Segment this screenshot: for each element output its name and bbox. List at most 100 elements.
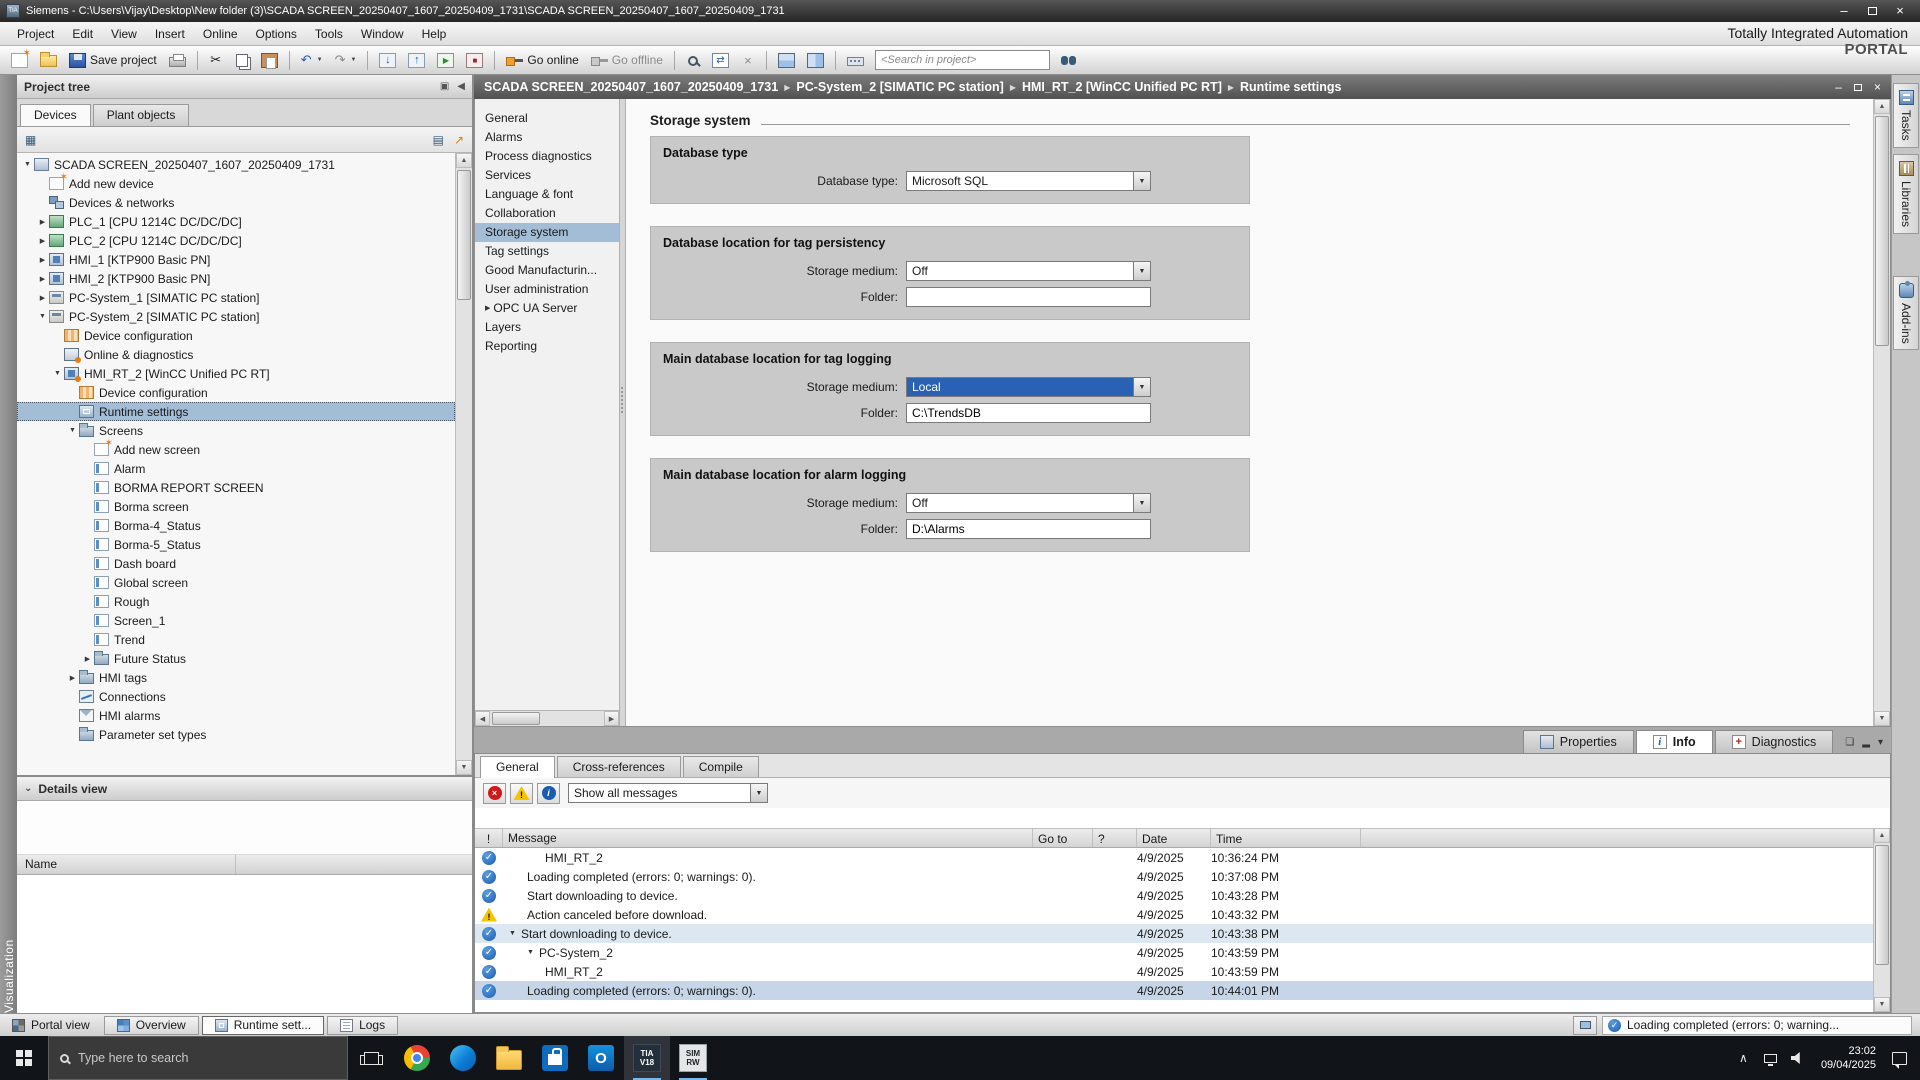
settings-nav-good-manufacturin-[interactable]: Good Manufacturin... xyxy=(475,261,619,280)
print-button[interactable] xyxy=(164,49,191,72)
column-header-date[interactable]: Date xyxy=(1137,829,1211,847)
tree-scrollbar[interactable]: ▲ ▼ xyxy=(455,153,472,775)
tree-expander-icon[interactable]: ▼ xyxy=(66,427,79,434)
portal-tab-overview[interactable]: Overview xyxy=(104,1016,199,1035)
editor-restore-button[interactable] xyxy=(1854,80,1862,94)
tree-item[interactable]: ▶PC-System_1 [SIMATIC PC station] xyxy=(17,288,455,307)
text-input[interactable] xyxy=(906,403,1151,423)
settings-nav-storage-system[interactable]: Storage system xyxy=(475,223,619,242)
library-search-button[interactable] xyxy=(1056,49,1083,72)
dropdown-value[interactable]: Off xyxy=(906,261,1133,281)
split-editor-horizontal-button[interactable] xyxy=(773,49,800,72)
tree-item[interactable]: Borma-5_Status xyxy=(17,535,455,554)
dropdown-value[interactable]: Show all messages xyxy=(568,783,750,803)
tree-item[interactable]: ▼HMI_RT_2 [WinCC Unified PC RT] xyxy=(17,364,455,383)
tab-properties[interactable]: Properties xyxy=(1523,730,1634,753)
settings-nav-process-diagnostics[interactable]: Process diagnostics xyxy=(475,147,619,166)
editor-minimize-button[interactable]: – xyxy=(1835,80,1842,94)
tree-item[interactable]: ▶PLC_2 [CPU 1214C DC/DC/DC] xyxy=(17,231,455,250)
scroll-up-icon[interactable]: ▲ xyxy=(1874,828,1890,843)
save-project-button[interactable]: Save project xyxy=(64,49,162,72)
global-status[interactable]: ✓ Loading completed (errors: 0; warning.… xyxy=(1602,1016,1912,1035)
tree-expander-icon[interactable]: ▼ xyxy=(36,313,49,320)
inspector-restore-button[interactable]: ❏ xyxy=(1845,737,1854,748)
tree-item[interactable]: ▶HMI_2 [KTP900 Basic PN] xyxy=(17,269,455,288)
tab-devices[interactable]: Devices xyxy=(20,104,91,126)
scroll-left-icon[interactable]: ◀ xyxy=(475,711,490,726)
tree-item[interactable]: Trend xyxy=(17,630,455,649)
settings-nav-layers[interactable]: Layers xyxy=(475,318,619,337)
collapse-panel-button[interactable]: ◀ xyxy=(457,81,465,92)
scrollbar-thumb[interactable] xyxy=(492,712,540,725)
filter-errors-button[interactable]: × xyxy=(483,783,506,804)
message-row[interactable]: ✓▼Start downloading to device.4/9/202510… xyxy=(475,924,1890,943)
column-header-![interactable]: ! xyxy=(475,829,503,847)
settings-nav-reporting[interactable]: Reporting xyxy=(475,337,619,356)
file-explorer-taskbar-button[interactable] xyxy=(486,1036,532,1080)
menu-online[interactable]: Online xyxy=(194,23,247,45)
settings-nav-alarms[interactable]: Alarms xyxy=(475,128,619,147)
menu-view[interactable]: View xyxy=(102,23,146,45)
undo-button[interactable]: ↶▼ xyxy=(296,49,328,72)
tree-expander-icon[interactable]: ▼ xyxy=(21,161,34,168)
tree-item[interactable]: ▼PC-System_2 [SIMATIC PC station] xyxy=(17,307,455,326)
tree-expander-icon[interactable]: ▶ xyxy=(36,256,49,264)
task-view-button[interactable] xyxy=(348,1036,394,1080)
message-row[interactable]: ✓Loading completed (errors: 0; warnings:… xyxy=(475,981,1890,1000)
chevron-down-icon[interactable]: ▼ xyxy=(1133,171,1151,191)
tree-expander-icon[interactable]: ▼ xyxy=(509,930,516,937)
tree-item[interactable]: Parameter set types xyxy=(17,725,455,744)
redo-button[interactable]: ↷▼ xyxy=(330,49,362,72)
window-maximize-button[interactable] xyxy=(1858,1,1886,21)
tree-item[interactable]: Alarm xyxy=(17,459,455,478)
tab-cross-references[interactable]: Cross-references xyxy=(557,756,681,777)
outlook-taskbar-button[interactable] xyxy=(578,1036,624,1080)
tree-item[interactable]: Online & diagnostics xyxy=(17,345,455,364)
tree-item[interactable]: ▶PLC_1 [CPU 1214C DC/DC/DC] xyxy=(17,212,455,231)
taskbar-clock[interactable]: 23:02 09/04/2025 xyxy=(1811,1044,1886,1072)
scrollbar-thumb[interactable] xyxy=(1875,116,1889,346)
tree-item[interactable]: Device configuration xyxy=(17,326,455,345)
dropdown-value[interactable]: Microsoft SQL xyxy=(906,171,1133,191)
inspector-collapse-button[interactable]: ▂ xyxy=(1862,737,1870,748)
taskbar-search[interactable]: Type here to search xyxy=(48,1036,348,1080)
chevron-down-icon[interactable]: ▼ xyxy=(1133,377,1151,397)
scroll-up-icon[interactable]: ▲ xyxy=(456,153,472,168)
copy-button[interactable] xyxy=(230,49,254,72)
inspector-menu-button[interactable]: ▾ xyxy=(1878,737,1883,748)
side-tab-libraries[interactable]: Libraries xyxy=(1893,154,1919,234)
window-close-button[interactable]: × xyxy=(1886,1,1914,21)
tree-item[interactable]: Global screen xyxy=(17,573,455,592)
tab-general[interactable]: General xyxy=(480,756,555,778)
side-tab-tasks[interactable]: Tasks xyxy=(1893,83,1919,148)
project-search-input[interactable] xyxy=(875,50,1050,70)
scroll-down-icon[interactable]: ▼ xyxy=(1874,711,1890,726)
tree-item[interactable]: HMI alarms xyxy=(17,706,455,725)
details-name-column-header[interactable]: Name xyxy=(17,855,472,875)
simatic-rt-taskbar-button[interactable]: SIMRW xyxy=(670,1036,716,1080)
settings-nav-tag-settings[interactable]: Tag settings xyxy=(475,242,619,261)
menu-project[interactable]: Project xyxy=(8,23,63,45)
tab-compile[interactable]: Compile xyxy=(683,756,759,777)
column-header-go-to[interactable]: Go to xyxy=(1033,829,1093,847)
tree-item[interactable]: Dash board xyxy=(17,554,455,573)
tree-item[interactable]: Add new screen xyxy=(17,440,455,459)
message-cell[interactable]: Loading completed (errors: 0; warnings: … xyxy=(503,870,1033,884)
tree-sync-button[interactable]: ↗ xyxy=(454,133,464,147)
settings-nav-language-font[interactable]: Language & font xyxy=(475,185,619,204)
go-offline-button[interactable]: Go offline xyxy=(586,49,668,72)
breadcrumb-item[interactable]: SCADA SCREEN_20250407_1607_20250409_1731 xyxy=(484,80,778,94)
tab-info[interactable]: Info xyxy=(1636,730,1713,753)
portal-tab-logs[interactable]: Logs xyxy=(327,1016,398,1035)
tree-column-settings-button[interactable]: ▤ xyxy=(433,133,444,147)
tree-item[interactable]: Rough xyxy=(17,592,455,611)
settings-nav-opc-ua-server[interactable]: ▶OPC UA Server xyxy=(475,299,619,318)
message-row[interactable]: ✓Loading completed (errors: 0; warnings:… xyxy=(475,867,1890,886)
tree-item[interactable]: Device configuration xyxy=(17,383,455,402)
settings-nav-services[interactable]: Services xyxy=(475,166,619,185)
settings-nav-user-administration[interactable]: User administration xyxy=(475,280,619,299)
chevron-down-icon[interactable]: ▼ xyxy=(750,783,768,803)
action-center-button[interactable] xyxy=(1886,1036,1913,1080)
scroll-right-icon[interactable]: ▶ xyxy=(604,711,619,726)
side-tab-addins[interactable]: Add-ins xyxy=(1893,276,1919,351)
